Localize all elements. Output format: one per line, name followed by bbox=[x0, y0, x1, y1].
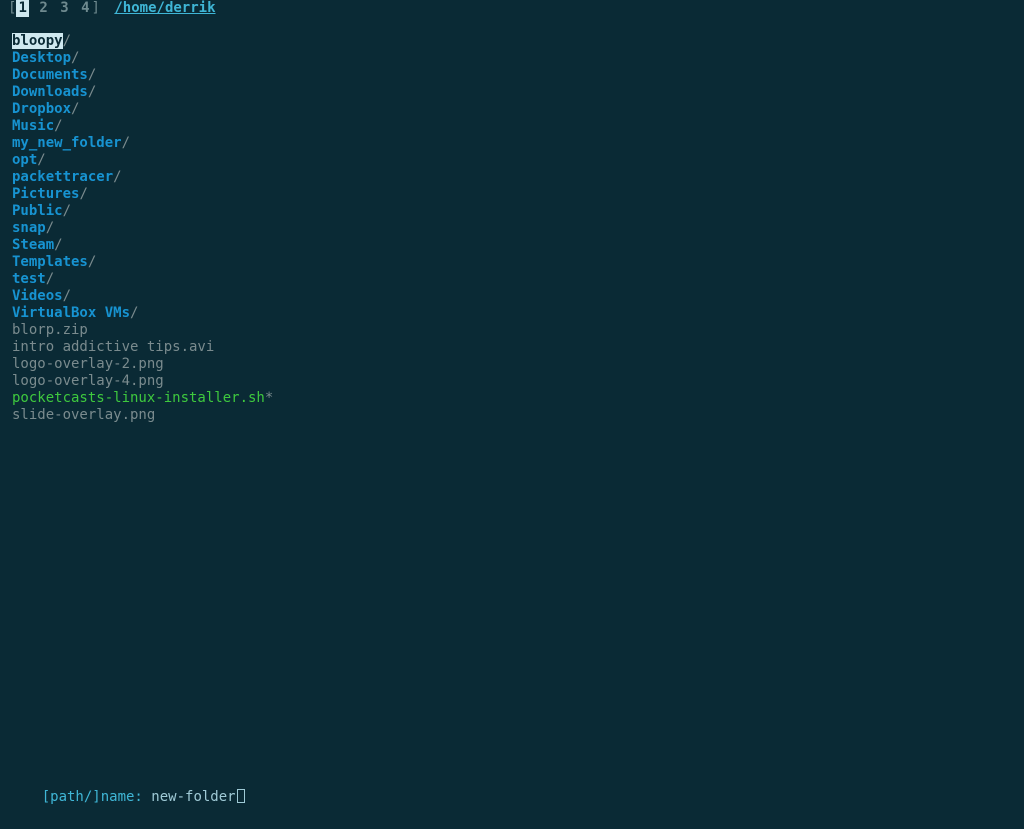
dir-suffix-icon: / bbox=[130, 305, 138, 321]
list-item[interactable]: Pictures/ bbox=[12, 186, 1016, 203]
command-prompt[interactable]: [path/]name: new-folder bbox=[8, 772, 245, 823]
file-name: logo-overlay-2.png bbox=[12, 356, 164, 372]
dir-suffix-icon: / bbox=[63, 203, 71, 219]
dir-suffix-icon: / bbox=[88, 254, 96, 270]
directory-name: Pictures bbox=[12, 186, 79, 202]
directory-name: Videos bbox=[12, 288, 63, 304]
dir-suffix-icon: / bbox=[113, 169, 121, 185]
list-item[interactable]: Music/ bbox=[12, 118, 1016, 135]
directory-name: Templates bbox=[12, 254, 88, 270]
list-item[interactable]: Steam/ bbox=[12, 237, 1016, 254]
executable-name: pocketcasts-linux-installer.sh bbox=[12, 390, 265, 406]
dir-suffix-icon: / bbox=[63, 288, 71, 304]
file-name: logo-overlay-4.png bbox=[12, 373, 164, 389]
directory-name: packettracer bbox=[12, 169, 113, 185]
dir-suffix-icon: / bbox=[79, 186, 87, 202]
directory-name: Documents bbox=[12, 67, 88, 83]
file-name: blorp.zip bbox=[12, 322, 88, 338]
list-item[interactable]: Downloads/ bbox=[12, 84, 1016, 101]
directory-name: opt bbox=[12, 152, 37, 168]
list-item[interactable]: intro addictive tips.avi bbox=[12, 339, 1016, 356]
list-item[interactable]: VirtualBox VMs/ bbox=[12, 305, 1016, 322]
directory-name: Steam bbox=[12, 237, 54, 253]
directory-name: my_new_folder bbox=[12, 135, 122, 151]
top-bar: [1 2 3 4] /home/derrik bbox=[0, 0, 1024, 17]
dir-suffix-icon: / bbox=[63, 33, 71, 49]
bracket-close: ] bbox=[92, 0, 100, 16]
dir-suffix-icon: / bbox=[88, 67, 96, 83]
directory-name: Downloads bbox=[12, 84, 88, 100]
dir-suffix-icon: / bbox=[71, 50, 79, 66]
prompt-label: [path/]name: bbox=[42, 789, 152, 805]
directory-name: test bbox=[12, 271, 46, 287]
list-item[interactable]: Documents/ bbox=[12, 67, 1016, 84]
dir-suffix-icon: / bbox=[54, 237, 62, 253]
dir-suffix-icon: / bbox=[71, 101, 79, 117]
directory-name: Dropbox bbox=[12, 101, 71, 117]
tab-4[interactable]: 4 bbox=[79, 0, 91, 17]
tab-1[interactable]: 1 bbox=[16, 0, 28, 17]
directory-name: bloopy bbox=[12, 33, 63, 49]
list-item[interactable]: logo-overlay-2.png bbox=[12, 356, 1016, 373]
file-name: intro addictive tips.avi bbox=[12, 339, 214, 355]
dir-suffix-icon: / bbox=[46, 220, 54, 236]
list-item[interactable]: blorp.zip bbox=[12, 322, 1016, 339]
list-item[interactable]: Dropbox/ bbox=[12, 101, 1016, 118]
directory-name: Public bbox=[12, 203, 63, 219]
list-item[interactable]: pocketcasts-linux-installer.sh* bbox=[12, 390, 1016, 407]
tab-2[interactable]: 2 bbox=[37, 0, 49, 17]
list-item[interactable]: Templates/ bbox=[12, 254, 1016, 271]
exec-suffix-icon: * bbox=[265, 390, 273, 406]
dir-suffix-icon: / bbox=[46, 271, 54, 287]
terminal-screen: [1 2 3 4] /home/derrik bloopy/Desktop/Do… bbox=[0, 0, 1024, 829]
list-item[interactable]: my_new_folder/ bbox=[12, 135, 1016, 152]
list-item[interactable]: Desktop/ bbox=[12, 50, 1016, 67]
dir-suffix-icon: / bbox=[37, 152, 45, 168]
dir-suffix-icon: / bbox=[122, 135, 130, 151]
dir-suffix-icon: / bbox=[54, 118, 62, 134]
list-item[interactable]: bloopy/ bbox=[12, 33, 1016, 50]
cursor-icon bbox=[237, 789, 245, 803]
list-item[interactable]: opt/ bbox=[12, 152, 1016, 169]
list-item[interactable]: slide-overlay.png bbox=[12, 407, 1016, 424]
directory-name: VirtualBox VMs bbox=[12, 305, 130, 321]
tab-3[interactable]: 3 bbox=[58, 0, 70, 17]
directory-name: Music bbox=[12, 118, 54, 134]
list-item[interactable]: logo-overlay-4.png bbox=[12, 373, 1016, 390]
file-listing: bloopy/Desktop/Documents/Downloads/Dropb… bbox=[0, 29, 1024, 424]
list-item[interactable]: Public/ bbox=[12, 203, 1016, 220]
directory-name: snap bbox=[12, 220, 46, 236]
prompt-input[interactable]: new-folder bbox=[151, 789, 235, 805]
list-item[interactable]: Videos/ bbox=[12, 288, 1016, 305]
directory-name: Desktop bbox=[12, 50, 71, 66]
current-path[interactable]: /home/derrik bbox=[114, 0, 215, 17]
list-item[interactable]: packettracer/ bbox=[12, 169, 1016, 186]
dir-suffix-icon: / bbox=[88, 84, 96, 100]
list-item[interactable]: snap/ bbox=[12, 220, 1016, 237]
file-name: slide-overlay.png bbox=[12, 407, 155, 423]
list-item[interactable]: test/ bbox=[12, 271, 1016, 288]
